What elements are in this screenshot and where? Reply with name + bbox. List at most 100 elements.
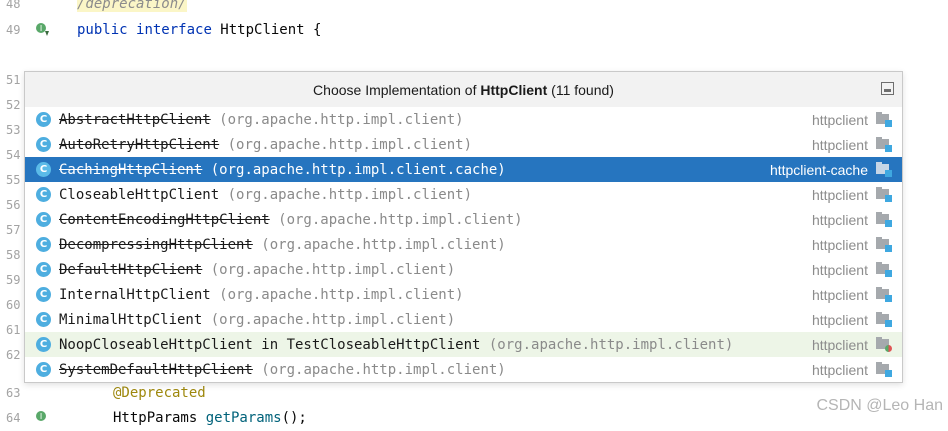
module-name: httpclient (811, 286, 868, 303)
choose-implementation-popup[interactable]: Choose Implementation of HttpClient (11 … (24, 71, 903, 383)
package-name: (org.apache.http.impl.client) (210, 111, 464, 128)
package-name: (org.apache.http.impl.client) (252, 361, 506, 378)
library-icon (876, 362, 892, 377)
line-number: 61 (6, 323, 21, 337)
module-name: httpclient (811, 361, 868, 378)
class-name: DecompressingHttpClient (59, 236, 253, 253)
line-number: 59 (6, 273, 21, 287)
return-type: HttpParams (113, 410, 206, 426)
list-item-test[interactable]: C NoopCloseableHttpClient in TestCloseab… (25, 332, 902, 357)
interface-declaration: HttpClient { (211, 22, 322, 38)
package-name: (org.apache.http.impl.client) (202, 261, 456, 278)
library-icon (876, 287, 892, 302)
class-icon: C (36, 137, 51, 152)
class-icon: C (36, 162, 51, 177)
svg-text:I: I (40, 412, 42, 421)
class-name: MinimalHttpClient (59, 311, 203, 328)
line-number: 54 (6, 148, 21, 162)
module-name: httpclient (811, 136, 868, 153)
class-name: AutoRetryHttpClient (59, 136, 220, 153)
package-name: (org.apache.http.impl.client) (480, 336, 734, 353)
line-number: 52 (6, 98, 21, 112)
popup-header: Choose Implementation of HttpClient (11 … (25, 72, 902, 107)
line-number: 48 (6, 0, 21, 11)
class-name: CloseableHttpClient (59, 186, 220, 203)
line-number: 51 (6, 73, 21, 87)
test-library-icon (876, 337, 892, 352)
class-icon: C (36, 112, 51, 127)
list-item[interactable]: C MinimalHttpClient (org.apache.http.imp… (25, 307, 902, 332)
implemented-gutter-icon[interactable]: I (35, 22, 51, 38)
implementation-list[interactable]: C AbstractHttpClient (org.apache.http.im… (25, 107, 902, 382)
code-line[interactable]: public interface HttpClient { (77, 18, 321, 43)
class-name: SystemDefaultHttpClient (59, 361, 253, 378)
list-item[interactable]: C AbstractHttpClient (org.apache.http.im… (25, 107, 902, 132)
module-name: httpclient (811, 211, 868, 228)
implementing-gutter-icon[interactable]: I (35, 410, 51, 426)
line-number: 56 (6, 198, 21, 212)
line-number: 57 (6, 223, 21, 237)
list-item[interactable]: C CloseableHttpClient (org.apache.http.i… (25, 182, 902, 207)
popup-title-count: (11 found) (547, 81, 614, 98)
list-item[interactable]: C DefaultHttpClient (org.apache.http.imp… (25, 257, 902, 282)
annotation: @Deprecated (113, 385, 206, 401)
list-item[interactable]: C SystemDefaultHttpClient (org.apache.ht… (25, 357, 902, 382)
class-name: CachingHttpClient (59, 161, 203, 178)
svg-text:I: I (40, 24, 42, 33)
module-name: httpclient (811, 236, 868, 253)
module-name: httpclient (811, 186, 868, 203)
package-name: (org.apache.http.impl.client) (269, 211, 523, 228)
class-icon: C (36, 312, 51, 327)
package-name: (org.apache.http.impl.client.cache) (202, 161, 506, 178)
library-icon (876, 312, 892, 327)
list-item[interactable]: C InternalHttpClient (org.apache.http.im… (25, 282, 902, 307)
class-name: NoopCloseableHttpClient in TestCloseable… (59, 336, 481, 353)
package-name: (org.apache.http.impl.client) (252, 236, 506, 253)
line-number: 63 (6, 386, 21, 400)
class-icon: C (36, 212, 51, 227)
class-name: InternalHttpClient (59, 286, 211, 303)
popup-title-prefix: Choose Implementation of (313, 81, 481, 98)
class-icon: C (36, 237, 51, 252)
code-line[interactable]: @Deprecated (113, 381, 206, 406)
library-icon (876, 237, 892, 252)
keyword-interface: interface (136, 22, 212, 38)
class-icon: C (36, 287, 51, 302)
method-name: getParams (205, 410, 282, 426)
package-name: (org.apache.http.impl.client) (219, 136, 473, 153)
line-number: 64 (6, 411, 21, 425)
class-icon: C (36, 362, 51, 377)
package-name: (org.apache.http.impl.client) (210, 286, 464, 303)
doc-comment-text: /deprecation/ (77, 0, 187, 12)
class-icon: C (36, 262, 51, 277)
package-name: (org.apache.http.impl.client) (219, 186, 473, 203)
class-icon: C (36, 187, 51, 202)
line-number: 55 (6, 173, 21, 187)
module-name: httpclient-cache (769, 161, 868, 178)
keyword-public: public (77, 22, 128, 38)
watermark: CSDN @Leo Han (816, 397, 943, 414)
list-item-selected[interactable]: C CachingHttpClient (org.apache.http.imp… (25, 157, 902, 182)
class-name: DefaultHttpClient (59, 261, 203, 278)
code-line[interactable]: /deprecation/ (77, 0, 187, 17)
list-item[interactable]: C ContentEncodingHttpClient (org.apache.… (25, 207, 902, 232)
list-item[interactable]: C DecompressingHttpClient (org.apache.ht… (25, 232, 902, 257)
line-number: 62 (6, 348, 21, 362)
library-icon (876, 137, 892, 152)
module-name: httpclient (811, 311, 868, 328)
list-item[interactable]: C AutoRetryHttpClient (org.apache.http.i… (25, 132, 902, 157)
line-number: 49 (6, 23, 21, 37)
library-icon (876, 187, 892, 202)
line-number: 60 (6, 298, 21, 312)
library-icon (876, 162, 892, 177)
class-name: ContentEncodingHttpClient (59, 211, 270, 228)
open-in-find-window-icon[interactable] (881, 82, 894, 95)
module-name: httpclient (811, 261, 868, 278)
code-line[interactable]: HttpParams getParams(); (113, 406, 307, 431)
module-name: httpclient (811, 336, 868, 353)
class-name: AbstractHttpClient (59, 111, 211, 128)
popup-title-class: HttpClient (480, 81, 548, 98)
line-number: 53 (6, 123, 21, 137)
module-name: httpclient (811, 111, 868, 128)
library-icon (876, 262, 892, 277)
